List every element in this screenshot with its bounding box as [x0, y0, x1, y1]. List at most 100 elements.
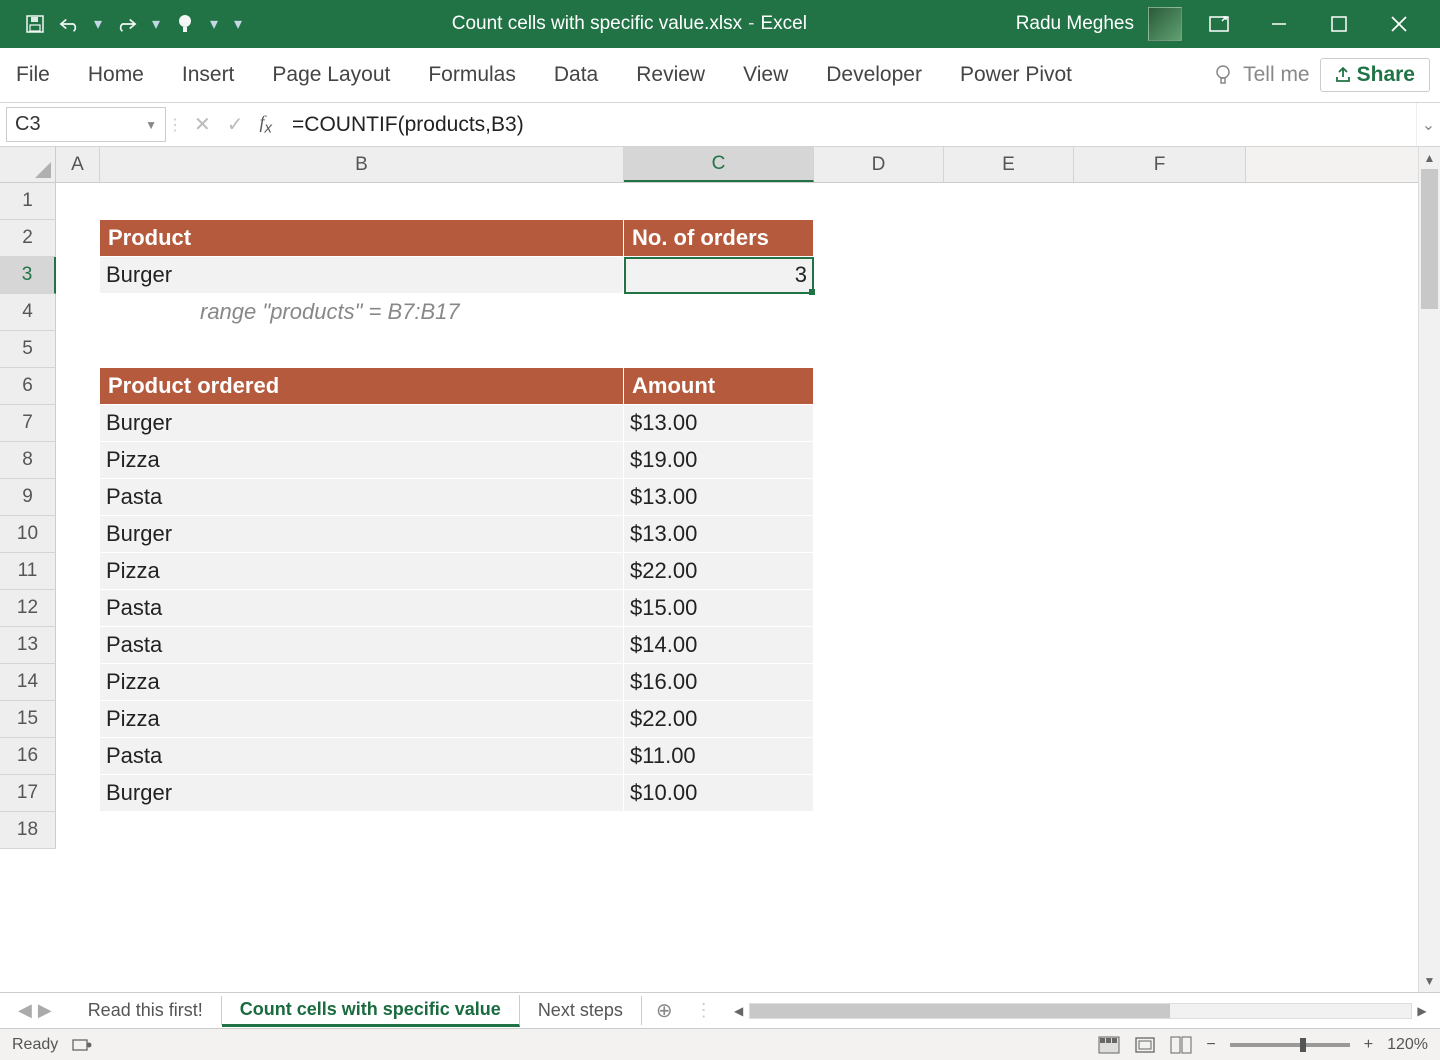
- cell-product[interactable]: Pizza: [100, 701, 624, 738]
- cell-product[interactable]: Pizza: [100, 553, 624, 590]
- scroll-left-icon[interactable]: ◀: [729, 1001, 749, 1021]
- tab-review[interactable]: Review: [630, 63, 711, 87]
- row-header[interactable]: 16: [0, 738, 56, 775]
- tell-me-label[interactable]: Tell me: [1243, 63, 1310, 87]
- tab-formulas[interactable]: Formulas: [422, 63, 522, 87]
- cell-product[interactable]: Pizza: [100, 442, 624, 479]
- tab-insert[interactable]: Insert: [176, 63, 241, 87]
- ribbon-display-options-icon[interactable]: [1196, 7, 1242, 41]
- row-header[interactable]: 15: [0, 701, 56, 738]
- cell-amount[interactable]: $14.00: [624, 627, 814, 664]
- zoom-out-icon[interactable]: −: [1206, 1036, 1215, 1054]
- cell-amount[interactable]: $22.00: [624, 701, 814, 738]
- chevron-down-icon[interactable]: ▾: [151, 14, 161, 34]
- cell-c3[interactable]: 3: [624, 257, 814, 294]
- cell-amount[interactable]: $13.00: [624, 479, 814, 516]
- cell-amount[interactable]: $11.00: [624, 738, 814, 775]
- expand-formula-bar-icon[interactable]: ⌄: [1416, 103, 1440, 146]
- cell-amount[interactable]: $15.00: [624, 590, 814, 627]
- cell-b3[interactable]: Burger: [100, 257, 624, 294]
- row-header[interactable]: 17: [0, 775, 56, 812]
- name-box[interactable]: C3 ▼: [6, 107, 166, 142]
- close-icon[interactable]: [1376, 7, 1422, 41]
- cell-b6[interactable]: Product ordered: [100, 368, 624, 405]
- chevron-down-icon[interactable]: ▾: [93, 14, 103, 34]
- row-header[interactable]: 18: [0, 812, 56, 849]
- new-sheet-icon[interactable]: ⊕: [642, 998, 687, 1023]
- tab-data[interactable]: Data: [548, 63, 604, 87]
- cell-product[interactable]: Burger: [100, 405, 624, 442]
- zoom-in-icon[interactable]: +: [1364, 1036, 1373, 1054]
- cell-product[interactable]: Pasta: [100, 627, 624, 664]
- row-header[interactable]: 12: [0, 590, 56, 627]
- row-header[interactable]: 13: [0, 627, 56, 664]
- cell-product[interactable]: Pasta: [100, 738, 624, 775]
- cell-product[interactable]: Burger: [100, 516, 624, 553]
- cell-amount[interactable]: $19.00: [624, 442, 814, 479]
- lightbulb-outline-icon[interactable]: [1213, 64, 1233, 86]
- sheet-tab[interactable]: Count cells with specific value: [222, 995, 520, 1027]
- chevron-down-icon[interactable]: ▼: [145, 118, 157, 132]
- scrollbar-thumb[interactable]: [1421, 169, 1438, 309]
- col-header-f[interactable]: F: [1074, 147, 1246, 182]
- qat-customize-icon[interactable]: ▾: [233, 14, 243, 34]
- view-page-break-icon[interactable]: [1170, 1036, 1192, 1054]
- sheet-nav-next-icon[interactable]: ▶: [38, 1000, 52, 1021]
- sheet-tab[interactable]: Next steps: [520, 996, 642, 1025]
- tab-developer[interactable]: Developer: [820, 63, 928, 87]
- cell-b4[interactable]: range "products" = B7:B17: [100, 294, 624, 331]
- user-avatar[interactable]: [1148, 7, 1182, 41]
- select-all-triangle[interactable]: [0, 147, 56, 182]
- tab-view[interactable]: View: [737, 63, 794, 87]
- row-header[interactable]: 14: [0, 664, 56, 701]
- horizontal-scrollbar[interactable]: ◀ ▶: [729, 1001, 1432, 1021]
- chevron-down-icon[interactable]: ▾: [209, 14, 219, 34]
- row-header[interactable]: 11: [0, 553, 56, 590]
- zoom-level[interactable]: 120%: [1387, 1036, 1428, 1054]
- view-normal-icon[interactable]: [1098, 1036, 1120, 1054]
- cell-product[interactable]: Pasta: [100, 590, 624, 627]
- col-header-c[interactable]: C: [624, 147, 814, 182]
- cell-product[interactable]: Pizza: [100, 664, 624, 701]
- redo-icon[interactable]: [117, 14, 137, 34]
- cell-amount[interactable]: $13.00: [624, 516, 814, 553]
- share-button[interactable]: Share: [1320, 58, 1430, 92]
- tab-home[interactable]: Home: [82, 63, 150, 87]
- col-header-e[interactable]: E: [944, 147, 1074, 182]
- row-header[interactable]: 5: [0, 331, 56, 368]
- row-header[interactable]: 10: [0, 516, 56, 553]
- user-name[interactable]: Radu Meghes: [1016, 13, 1134, 35]
- macro-recorder-icon[interactable]: [72, 1037, 92, 1053]
- tab-page-layout[interactable]: Page Layout: [266, 63, 396, 87]
- cell-amount[interactable]: $10.00: [624, 775, 814, 812]
- cell-c2[interactable]: No. of orders: [624, 220, 814, 257]
- row-header[interactable]: 7: [0, 405, 56, 442]
- spreadsheet-grid[interactable]: A B C D E F 1 2 Product No. of orders 3 …: [0, 147, 1440, 992]
- scroll-up-icon[interactable]: ▲: [1419, 147, 1440, 169]
- sheet-tab[interactable]: Read this first!: [70, 996, 222, 1025]
- lightbulb-icon[interactable]: [175, 14, 195, 34]
- sheet-nav-prev-icon[interactable]: ◀: [18, 1000, 32, 1021]
- row-header[interactable]: 6: [0, 368, 56, 405]
- enter-formula-icon[interactable]: ✓: [227, 112, 244, 137]
- cell-product[interactable]: Burger: [100, 775, 624, 812]
- zoom-slider[interactable]: [1230, 1043, 1350, 1047]
- row-header[interactable]: 3: [0, 257, 56, 294]
- col-header-a[interactable]: A: [56, 147, 100, 182]
- minimize-icon[interactable]: [1256, 7, 1302, 41]
- cell-amount[interactable]: $13.00: [624, 405, 814, 442]
- save-icon[interactable]: [25, 14, 45, 34]
- row-header[interactable]: 2: [0, 220, 56, 257]
- cell-b2[interactable]: Product: [100, 220, 624, 257]
- scroll-right-icon[interactable]: ▶: [1412, 1001, 1432, 1021]
- scrollbar-thumb[interactable]: [750, 1004, 1170, 1018]
- undo-icon[interactable]: [59, 14, 79, 34]
- cell-amount[interactable]: $16.00: [624, 664, 814, 701]
- cell-product[interactable]: Pasta: [100, 479, 624, 516]
- view-page-layout-icon[interactable]: [1134, 1036, 1156, 1054]
- cancel-formula-icon[interactable]: ✕: [194, 112, 211, 137]
- maximize-icon[interactable]: [1316, 7, 1362, 41]
- col-header-d[interactable]: D: [814, 147, 944, 182]
- cell-c6[interactable]: Amount: [624, 368, 814, 405]
- formula-input[interactable]: [282, 103, 1416, 146]
